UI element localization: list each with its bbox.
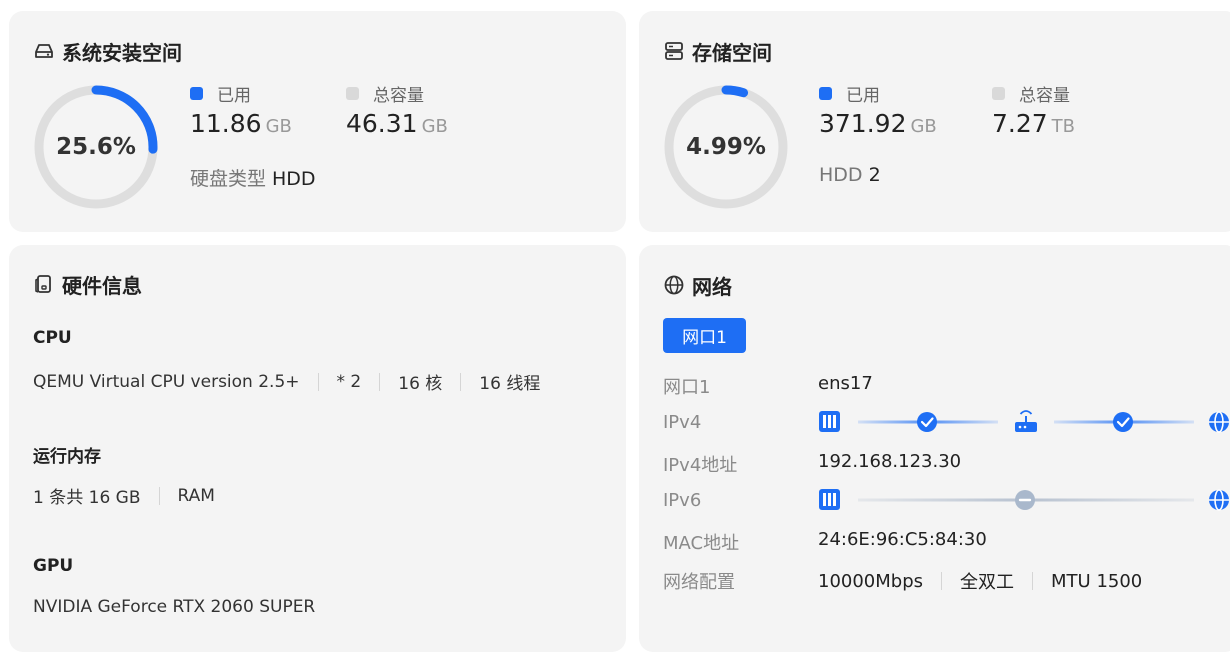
used-unit: GB bbox=[910, 116, 937, 137]
total-label: 总容量 bbox=[373, 85, 424, 106]
system-disk-usage-ring: 25.6% bbox=[32, 83, 160, 211]
device-icon bbox=[819, 489, 840, 510]
storage-card: 存储空间 4.99% 已用 371.92 GB 总容量 7.27 TB HDD 2 bbox=[639, 11, 1230, 232]
device-icon bbox=[819, 411, 840, 432]
globe-icon bbox=[663, 274, 685, 296]
network-title-row: 网络 bbox=[663, 272, 732, 299]
gpu-model: NVIDIA GeForce RTX 2060 SUPER bbox=[33, 597, 316, 617]
ipv6-label: IPv6 bbox=[663, 490, 702, 511]
network-card: 网络 网口1 网口1 ens17 IPv4 IPv4地址 192.168.123… bbox=[639, 245, 1230, 652]
ipv6-connectivity-graph bbox=[819, 489, 1229, 511]
hardware-title: 硬件信息 bbox=[62, 273, 142, 298]
ipv4-address-value: 192.168.123.30 bbox=[818, 451, 962, 472]
system-disk-percent: 25.6% bbox=[56, 134, 136, 160]
storage-title: 存储空间 bbox=[692, 40, 772, 65]
system-disk-total-stat: 总容量 46.31 GB bbox=[346, 83, 448, 138]
mac-value: 24:6E:96:C5:84:30 bbox=[818, 529, 987, 550]
total-value: 46.31 bbox=[346, 109, 418, 138]
storage-total-stat: 总容量 7.27 TB bbox=[992, 83, 1075, 138]
hardware-title-row: 硬件信息 bbox=[33, 271, 142, 298]
device-icon bbox=[33, 273, 55, 295]
router-icon bbox=[1015, 410, 1037, 432]
disk-type-value: HDD bbox=[272, 168, 316, 190]
memory-info: 1 条共 16 GB RAM bbox=[33, 483, 215, 509]
memory-desc: 1 条共 16 GB bbox=[33, 488, 141, 508]
used-value: 371.92 bbox=[819, 109, 907, 138]
server-icon bbox=[663, 40, 685, 62]
disconnected-icon bbox=[1015, 490, 1035, 510]
divider bbox=[317, 372, 319, 391]
disk-type: 硬盘类型 HDD bbox=[190, 164, 316, 191]
gpu-label: GPU bbox=[33, 556, 74, 576]
network-title: 网络 bbox=[692, 274, 732, 299]
total-legend-swatch bbox=[346, 86, 359, 100]
storage-usage-ring: 4.99% bbox=[662, 83, 790, 211]
duplex-mode: 全双工 bbox=[960, 572, 1015, 593]
internet-globe-icon bbox=[1209, 411, 1229, 433]
divider bbox=[460, 372, 462, 391]
divider bbox=[379, 372, 381, 391]
storage-used-stat: 已用 371.92 GB bbox=[819, 83, 937, 138]
divider bbox=[158, 486, 160, 505]
total-label: 总容量 bbox=[1019, 85, 1070, 106]
cpu-model: QEMU Virtual CPU version 2.5+ bbox=[33, 371, 300, 392]
divider bbox=[941, 572, 943, 590]
tab-port1[interactable]: 网口1 bbox=[663, 318, 746, 353]
storage-title-row: 存储空间 bbox=[663, 38, 772, 65]
ipv4-connectivity-graph bbox=[819, 410, 1229, 433]
link-speed: 10000Mbps bbox=[818, 570, 924, 592]
system-disk-title-row: 系统安装空间 bbox=[33, 38, 182, 65]
used-legend-swatch bbox=[819, 86, 832, 100]
used-value: 11.86 bbox=[190, 109, 262, 138]
storage-percent: 4.99% bbox=[686, 134, 766, 160]
gpu-info: NVIDIA GeForce RTX 2060 SUPER bbox=[33, 597, 315, 617]
total-unit: GB bbox=[421, 116, 448, 137]
internet-globe-icon bbox=[1209, 489, 1229, 511]
mtu: MTU 1500 bbox=[1051, 570, 1143, 592]
cpu-label: CPU bbox=[33, 328, 72, 348]
system-disk-card: 系统安装空间 25.6% 已用 11.86 GB 总容量 46.31 GB 硬盘类型… bbox=[9, 11, 626, 232]
used-label: 已用 bbox=[217, 85, 251, 106]
total-legend-swatch bbox=[992, 86, 1005, 100]
hardware-card: 硬件信息 CPU QEMU Virtual CPU version 2.5+ *… bbox=[9, 245, 626, 652]
hard-drive-icon bbox=[33, 40, 55, 62]
memory-type: RAM bbox=[177, 485, 215, 506]
net-config-value: 10000Mbps 全双工 MTU 1500 bbox=[818, 568, 1142, 594]
check-icon bbox=[1113, 412, 1133, 432]
ipv4-label: IPv4 bbox=[663, 412, 702, 433]
ipv4-address-label: IPv4地址 bbox=[663, 455, 738, 476]
disk-type-label: 硬盘类型 bbox=[190, 168, 267, 190]
hdd-count: HDD 2 bbox=[819, 164, 881, 186]
cpu-cores: 16 核 bbox=[398, 374, 443, 394]
net-config-label: 网络配置 bbox=[663, 572, 735, 593]
port-value: ens17 bbox=[818, 373, 873, 394]
cpu-count: * 2 bbox=[336, 371, 362, 392]
total-value: 7.27 bbox=[992, 109, 1048, 138]
cpu-threads: 16 线程 bbox=[479, 374, 541, 394]
memory-label: 运行内存 bbox=[33, 447, 101, 467]
system-disk-used-stat: 已用 11.86 GB bbox=[190, 83, 292, 138]
used-label: 已用 bbox=[846, 85, 880, 106]
hdd-value: 2 bbox=[868, 164, 881, 186]
hdd-label: HDD bbox=[819, 164, 863, 186]
cpu-info: QEMU Virtual CPU version 2.5+ * 2 16 核 1… bbox=[33, 369, 541, 395]
system-disk-title: 系统安装空间 bbox=[62, 40, 182, 65]
used-unit: GB bbox=[265, 116, 292, 137]
divider bbox=[1032, 572, 1034, 590]
mac-label: MAC地址 bbox=[663, 533, 740, 554]
total-unit: TB bbox=[1051, 116, 1076, 137]
check-icon bbox=[917, 412, 937, 432]
used-legend-swatch bbox=[190, 86, 203, 100]
port-label: 网口1 bbox=[663, 377, 711, 398]
